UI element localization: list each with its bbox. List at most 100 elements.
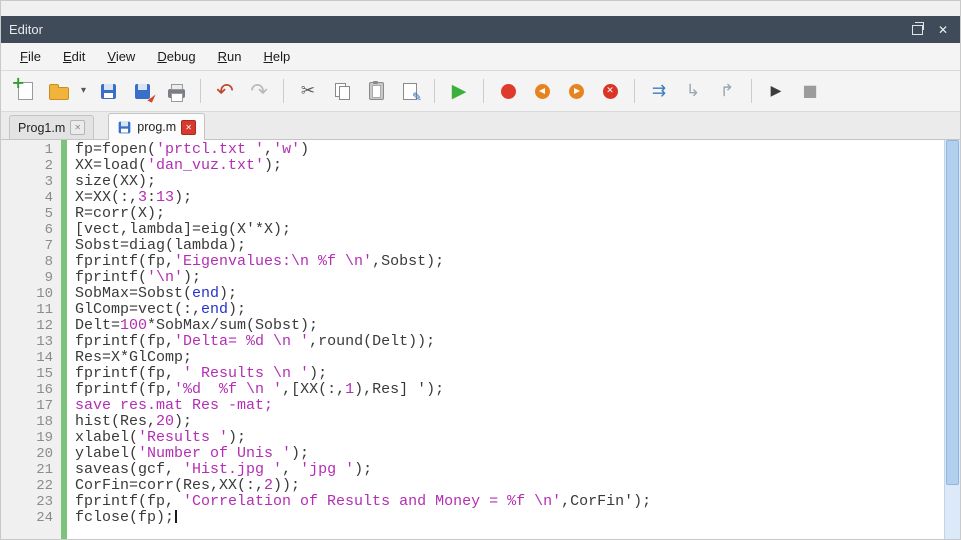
toolbar-separator bbox=[434, 79, 435, 103]
previous-breakpoint-button[interactable] bbox=[526, 75, 558, 107]
code-line[interactable]: 5R=corr(X); bbox=[1, 206, 945, 222]
code-line[interactable]: 13fprintf(fp,'Delta= %d \n ',round(Delt)… bbox=[1, 334, 945, 350]
code-line[interactable]: 3size(XX); bbox=[1, 174, 945, 190]
code-text: ylabel('Number of Unis '); bbox=[61, 446, 309, 462]
menu-bar: FileEditViewDebugRunHelp bbox=[1, 43, 960, 71]
stop-icon: ■ bbox=[802, 83, 817, 99]
menu-item-file[interactable]: File bbox=[9, 45, 52, 68]
line-number: 16 bbox=[1, 382, 61, 398]
code-text: fprintf(fp,'Eigenvalues:\n %f \n',Sobst)… bbox=[61, 254, 444, 270]
scrollbar-thumb[interactable] bbox=[946, 140, 959, 485]
paste-icon bbox=[369, 82, 384, 100]
code-text: size(XX); bbox=[61, 174, 156, 190]
next-breakpoint-button[interactable] bbox=[560, 75, 592, 107]
code-text: fprintf(fp, 'Correlation of Results and … bbox=[61, 494, 651, 510]
stop-button[interactable]: ■ bbox=[794, 75, 826, 107]
line-number: 6 bbox=[1, 222, 61, 238]
code-line[interactable]: 21saveas(gcf, 'Hist.jpg ', 'jpg '); bbox=[1, 462, 945, 478]
tab-prog1-m[interactable]: Prog1.m✕ bbox=[9, 115, 94, 139]
close-window-button[interactable]: ✕ bbox=[930, 19, 956, 40]
vertical-scrollbar[interactable] bbox=[944, 140, 960, 539]
code-text: xlabel('Results '); bbox=[61, 430, 246, 446]
code-line[interactable]: 7Sobst=diag(lambda); bbox=[1, 238, 945, 254]
menu-item-view[interactable]: View bbox=[96, 45, 146, 68]
text-cursor bbox=[175, 510, 177, 523]
code-area[interactable]: 1fp=fopen('prtcl.txt ','w')2XX=load('dan… bbox=[1, 142, 945, 526]
menu-item-edit[interactable]: Edit bbox=[52, 45, 96, 68]
run-button[interactable]: ▶ bbox=[443, 75, 475, 107]
code-line[interactable]: 18hist(Res,20); bbox=[1, 414, 945, 430]
tab-close-icon[interactable]: ✕ bbox=[70, 120, 85, 135]
code-line[interactable]: 8fprintf(fp,'Eigenvalues:\n %f \n',Sobst… bbox=[1, 254, 945, 270]
cut-button[interactable]: ✂ bbox=[292, 75, 324, 107]
code-line[interactable]: 15fprintf(fp, ' Results \n '); bbox=[1, 366, 945, 382]
remove-breakpoints-button[interactable] bbox=[594, 75, 626, 107]
menu-item-debug[interactable]: Debug bbox=[146, 45, 206, 68]
save-button[interactable] bbox=[92, 75, 124, 107]
menu-item-run[interactable]: Run bbox=[207, 45, 253, 68]
step-out-button[interactable]: ↱ bbox=[711, 75, 743, 107]
code-line[interactable]: 24fclose(fp); bbox=[1, 510, 945, 526]
line-number: 14 bbox=[1, 350, 61, 366]
find-replace-button[interactable] bbox=[394, 75, 426, 107]
code-text: R=corr(X); bbox=[61, 206, 165, 222]
code-line[interactable]: 9fprintf('\n'); bbox=[1, 270, 945, 286]
code-line[interactable]: 4X=XX(:,3:13); bbox=[1, 190, 945, 206]
run-icon: ▶ bbox=[452, 82, 467, 101]
code-line[interactable]: 10SobMax=Sobst(end); bbox=[1, 286, 945, 302]
find-replace-icon bbox=[403, 83, 417, 100]
print-button[interactable] bbox=[160, 75, 192, 107]
code-line[interactable]: 6[vect,lambda]=eig(X'*X); bbox=[1, 222, 945, 238]
remove-breakpoints-icon bbox=[603, 84, 618, 99]
code-text: fp=fopen('prtcl.txt ','w') bbox=[61, 142, 309, 158]
undo-button[interactable]: ↶ bbox=[209, 75, 241, 107]
code-line[interactable]: 23fprintf(fp, 'Correlation of Results an… bbox=[1, 494, 945, 510]
continue-button[interactable]: ▶ bbox=[760, 75, 792, 107]
code-text: fprintf(fp,'%d %f \n ',[XX(:,1),Res] '); bbox=[61, 382, 444, 398]
tab-prog-m[interactable]: prog.m✕ bbox=[108, 113, 205, 140]
line-number: 21 bbox=[1, 462, 61, 478]
code-line[interactable]: 14Res=X*GlComp; bbox=[1, 350, 945, 366]
line-number: 22 bbox=[1, 478, 61, 494]
undock-icon bbox=[912, 25, 923, 35]
line-number: 12 bbox=[1, 318, 61, 334]
line-number: 4 bbox=[1, 190, 61, 206]
line-number: 15 bbox=[1, 366, 61, 382]
titlebar[interactable]: Editor ✕ bbox=[1, 16, 960, 43]
open-file-button[interactable] bbox=[43, 75, 75, 107]
code-line[interactable]: 1fp=fopen('prtcl.txt ','w') bbox=[1, 142, 945, 158]
code-line[interactable]: 16fprintf(fp,'%d %f \n ',[XX(:,1),Res] '… bbox=[1, 382, 945, 398]
open-file-icon bbox=[49, 87, 69, 100]
code-line[interactable]: 19xlabel('Results '); bbox=[1, 430, 945, 446]
step-button[interactable]: ⇉ bbox=[643, 75, 675, 107]
toggle-breakpoint-icon bbox=[501, 84, 516, 99]
paste-button[interactable] bbox=[360, 75, 392, 107]
code-text: GlComp=vect(:,end); bbox=[61, 302, 246, 318]
code-text: [vect,lambda]=eig(X'*X); bbox=[61, 222, 291, 238]
line-number: 3 bbox=[1, 174, 61, 190]
code-line[interactable]: 20ylabel('Number of Unis '); bbox=[1, 446, 945, 462]
code-text: save res.mat Res -mat; bbox=[61, 398, 273, 414]
code-text: CorFin=corr(Res,XX(:,2)); bbox=[61, 478, 300, 494]
code-line[interactable]: 11GlComp=vect(:,end); bbox=[1, 302, 945, 318]
menu-item-help[interactable]: Help bbox=[253, 45, 302, 68]
copy-button[interactable] bbox=[326, 75, 358, 107]
undock-button[interactable] bbox=[904, 19, 930, 40]
redo-button[interactable]: ↷ bbox=[243, 75, 275, 107]
step-icon: ⇉ bbox=[652, 83, 666, 100]
code-text: XX=load('dan_vuz.txt'); bbox=[61, 158, 282, 174]
open-dropdown-button[interactable]: ▾ bbox=[77, 75, 90, 107]
code-line[interactable]: 12Delt=100*SobMax/sum(Sobst); bbox=[1, 318, 945, 334]
code-line[interactable]: 22CorFin=corr(Res,XX(:,2)); bbox=[1, 478, 945, 494]
code-editor: 1fp=fopen('prtcl.txt ','w')2XX=load('dan… bbox=[1, 140, 960, 539]
code-line[interactable]: 2XX=load('dan_vuz.txt'); bbox=[1, 158, 945, 174]
step-in-button[interactable]: ↳ bbox=[677, 75, 709, 107]
toggle-breakpoint-button[interactable] bbox=[492, 75, 524, 107]
save-as-icon bbox=[135, 84, 150, 99]
save-as-button[interactable] bbox=[126, 75, 158, 107]
window-title: Editor bbox=[9, 22, 904, 37]
new-script-button[interactable] bbox=[9, 75, 41, 107]
code-line[interactable]: 17save res.mat Res -mat; bbox=[1, 398, 945, 414]
tab-close-icon[interactable]: ✕ bbox=[181, 120, 196, 135]
modified-file-icon bbox=[119, 121, 131, 133]
